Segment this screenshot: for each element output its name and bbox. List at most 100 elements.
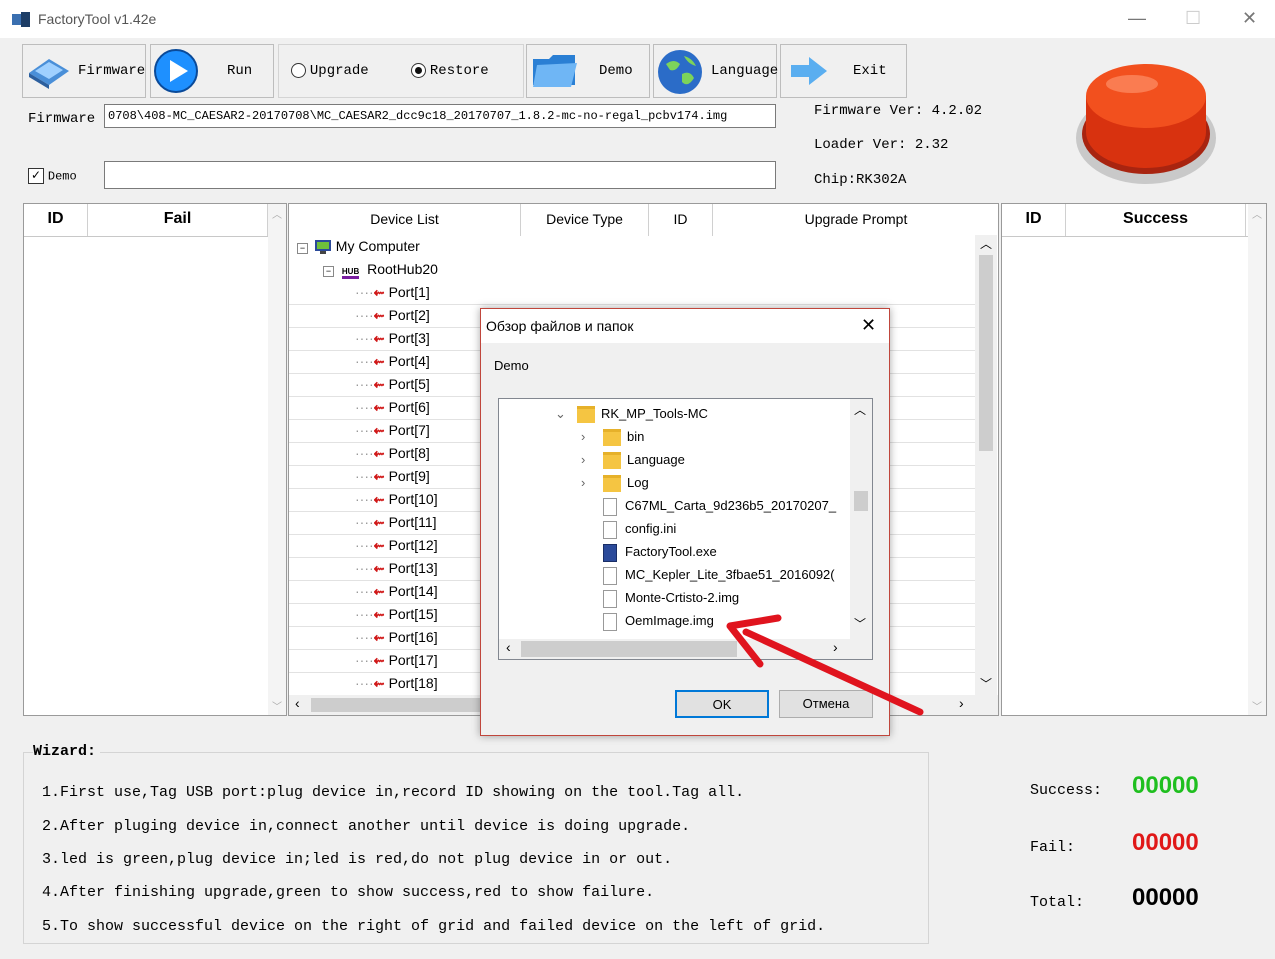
- port-item: ····⇜ Port[17]: [355, 652, 438, 668]
- scroll-right-icon[interactable]: ›: [959, 695, 964, 711]
- maximize-button[interactable]: ☐: [1185, 8, 1201, 29]
- upgrade-prompt-header[interactable]: Upgrade Prompt: [713, 204, 999, 236]
- chevron-down-icon[interactable]: ⌄: [555, 402, 577, 425]
- port-item: ····⇜ Port[12]: [355, 537, 438, 553]
- scroll-down-icon[interactable]: ﹀: [980, 675, 992, 692]
- folder-item[interactable]: ⌄ RK_MP_Tools-MC: [555, 402, 708, 425]
- hscroll-thumb[interactable]: [311, 698, 481, 712]
- usb-icon: ⇜: [373, 423, 385, 438]
- fail-grid-scrollbar[interactable]: [268, 204, 286, 715]
- annotation-arrow: [726, 614, 924, 716]
- device-id-header[interactable]: ID: [649, 204, 713, 236]
- chevron-right-icon[interactable]: ›: [581, 425, 603, 448]
- demo-checkbox-label: Demo: [47, 169, 77, 184]
- loader-version: Loader Ver: 2.32: [814, 137, 948, 153]
- port-label: Port[10]: [388, 491, 438, 507]
- file-item[interactable]: C67ML_Carta_9d236b5_20170207_: [581, 494, 836, 517]
- scroll-up-icon[interactable]: ︿: [980, 235, 992, 252]
- port-label: Port[6]: [388, 399, 430, 415]
- minimize-button[interactable]: —: [1128, 8, 1146, 29]
- port-item: ····⇜ Port[8]: [355, 445, 430, 461]
- upgrade-label: Upgrade: [309, 63, 369, 79]
- scroll-left-icon[interactable]: ‹: [506, 639, 511, 655]
- restore-radio[interactable]: Restore: [411, 61, 489, 79]
- folder-item[interactable]: › bin: [581, 425, 644, 448]
- fail-grid-fail-header[interactable]: Fail: [88, 204, 268, 236]
- folder-item[interactable]: › Language: [581, 448, 685, 471]
- scroll-thumb[interactable]: [979, 255, 993, 451]
- usb-icon: ⇜: [373, 584, 385, 599]
- demo-checkbox[interactable]: ✓ Demo: [28, 167, 77, 185]
- wizard-title: Wizard:: [33, 743, 101, 760]
- tree-my-computer[interactable]: − My Computer: [289, 235, 420, 258]
- firmware-button[interactable]: Firmware: [22, 44, 146, 98]
- language-button[interactable]: Language: [653, 44, 779, 98]
- exit-button[interactable]: Exit: [780, 44, 907, 98]
- port-label: Port[4]: [388, 353, 430, 369]
- file-item[interactable]: config.ini: [581, 517, 676, 540]
- scroll-up-icon[interactable]: ︿: [272, 206, 282, 221]
- tree-connector: ····: [355, 606, 374, 622]
- scroll-up-icon[interactable]: ︿: [1252, 206, 1262, 221]
- item-label: MC_Kepler_Lite_3fbae51_2016092(: [625, 567, 835, 582]
- firmware-path-field[interactable]: 0708\408-MC_CAESAR2-20170708\MC_CAESAR2_…: [104, 104, 776, 128]
- scroll-left-icon[interactable]: ‹: [295, 695, 300, 711]
- upgrade-radio[interactable]: Upgrade: [291, 61, 369, 79]
- item-label: OemImage.img: [625, 613, 714, 628]
- run-button[interactable]: Run: [150, 44, 274, 98]
- total-count: 00000: [1132, 884, 1199, 911]
- window-title: FactoryTool v1.42e: [38, 11, 157, 27]
- tree-connector: ····: [355, 330, 374, 346]
- language-label: Language: [711, 63, 779, 79]
- file-item[interactable]: Monte-Crtisto-2.img: [581, 586, 739, 609]
- port-label: Port[16]: [388, 629, 438, 645]
- folder-icon: [603, 475, 621, 493]
- usb-icon: ⇜: [373, 630, 385, 645]
- file-icon: [603, 566, 617, 585]
- usb-icon: ⇜: [373, 607, 385, 622]
- hscroll-thumb[interactable]: [521, 641, 737, 657]
- scroll-up-icon[interactable]: ︿: [854, 401, 866, 418]
- device-list-header[interactable]: Device List: [289, 204, 521, 236]
- chip-value: RK302A: [856, 172, 907, 188]
- item-label: config.ini: [625, 521, 677, 536]
- chevron-right-icon[interactable]: ›: [581, 448, 603, 471]
- tree-connector: ····: [355, 629, 374, 645]
- hub-icon: HUB: [341, 267, 360, 279]
- dialog-close-icon[interactable]: ✕: [861, 315, 876, 336]
- file-item[interactable]: FactoryTool.exe: [581, 540, 717, 563]
- fail-count: 00000: [1132, 829, 1199, 856]
- chevron-right-icon[interactable]: ›: [581, 471, 603, 494]
- item-label: Language: [627, 452, 685, 467]
- collapse-icon[interactable]: −: [323, 266, 334, 277]
- success-grid-success-header[interactable]: Success: [1066, 204, 1246, 236]
- device-type-header[interactable]: Device Type: [521, 204, 649, 236]
- success-grid-scrollbar[interactable]: [1248, 204, 1266, 715]
- scroll-down-icon[interactable]: ﹀: [272, 698, 282, 713]
- title-bar: [0, 0, 1275, 38]
- folder-item[interactable]: › Log: [581, 471, 649, 494]
- fail-grid-id-header[interactable]: ID: [24, 204, 88, 236]
- port-item: ····⇜ Port[1]: [355, 284, 430, 300]
- app-icon: [12, 12, 30, 27]
- item-label: C67ML_Carta_9d236b5_20170207_: [625, 498, 837, 513]
- total-count-label: Total:: [1030, 894, 1085, 911]
- collapse-icon[interactable]: −: [297, 243, 308, 254]
- big-red-button[interactable]: [1072, 56, 1220, 190]
- close-button[interactable]: ✕: [1242, 8, 1257, 29]
- firmware-icon: [29, 59, 69, 89]
- fail-grid[interactable]: ID Fail ︿ ﹀: [23, 203, 287, 716]
- port-row[interactable]: ····⇜ Port[1]: [289, 281, 975, 305]
- exit-arrow-icon: [791, 57, 827, 85]
- scroll-thumb[interactable]: [854, 491, 868, 511]
- demo-button[interactable]: Demo: [526, 44, 650, 98]
- success-grid[interactable]: ID Success ︿ ﹀: [1001, 203, 1267, 716]
- success-count-label: Success:: [1030, 782, 1103, 799]
- tree-roothub[interactable]: − HUB RootHub20: [323, 258, 438, 281]
- file-item[interactable]: MC_Kepler_Lite_3fbae51_2016092(: [581, 563, 835, 586]
- file-item[interactable]: OemImage.img: [581, 609, 714, 632]
- device-list-vscroll[interactable]: ︿ ﹀: [975, 235, 997, 695]
- folder-tree-vscroll[interactable]: ︿ ﹀: [850, 399, 872, 639]
- scroll-down-icon[interactable]: ﹀: [1252, 698, 1262, 713]
- success-grid-id-header[interactable]: ID: [1002, 204, 1066, 236]
